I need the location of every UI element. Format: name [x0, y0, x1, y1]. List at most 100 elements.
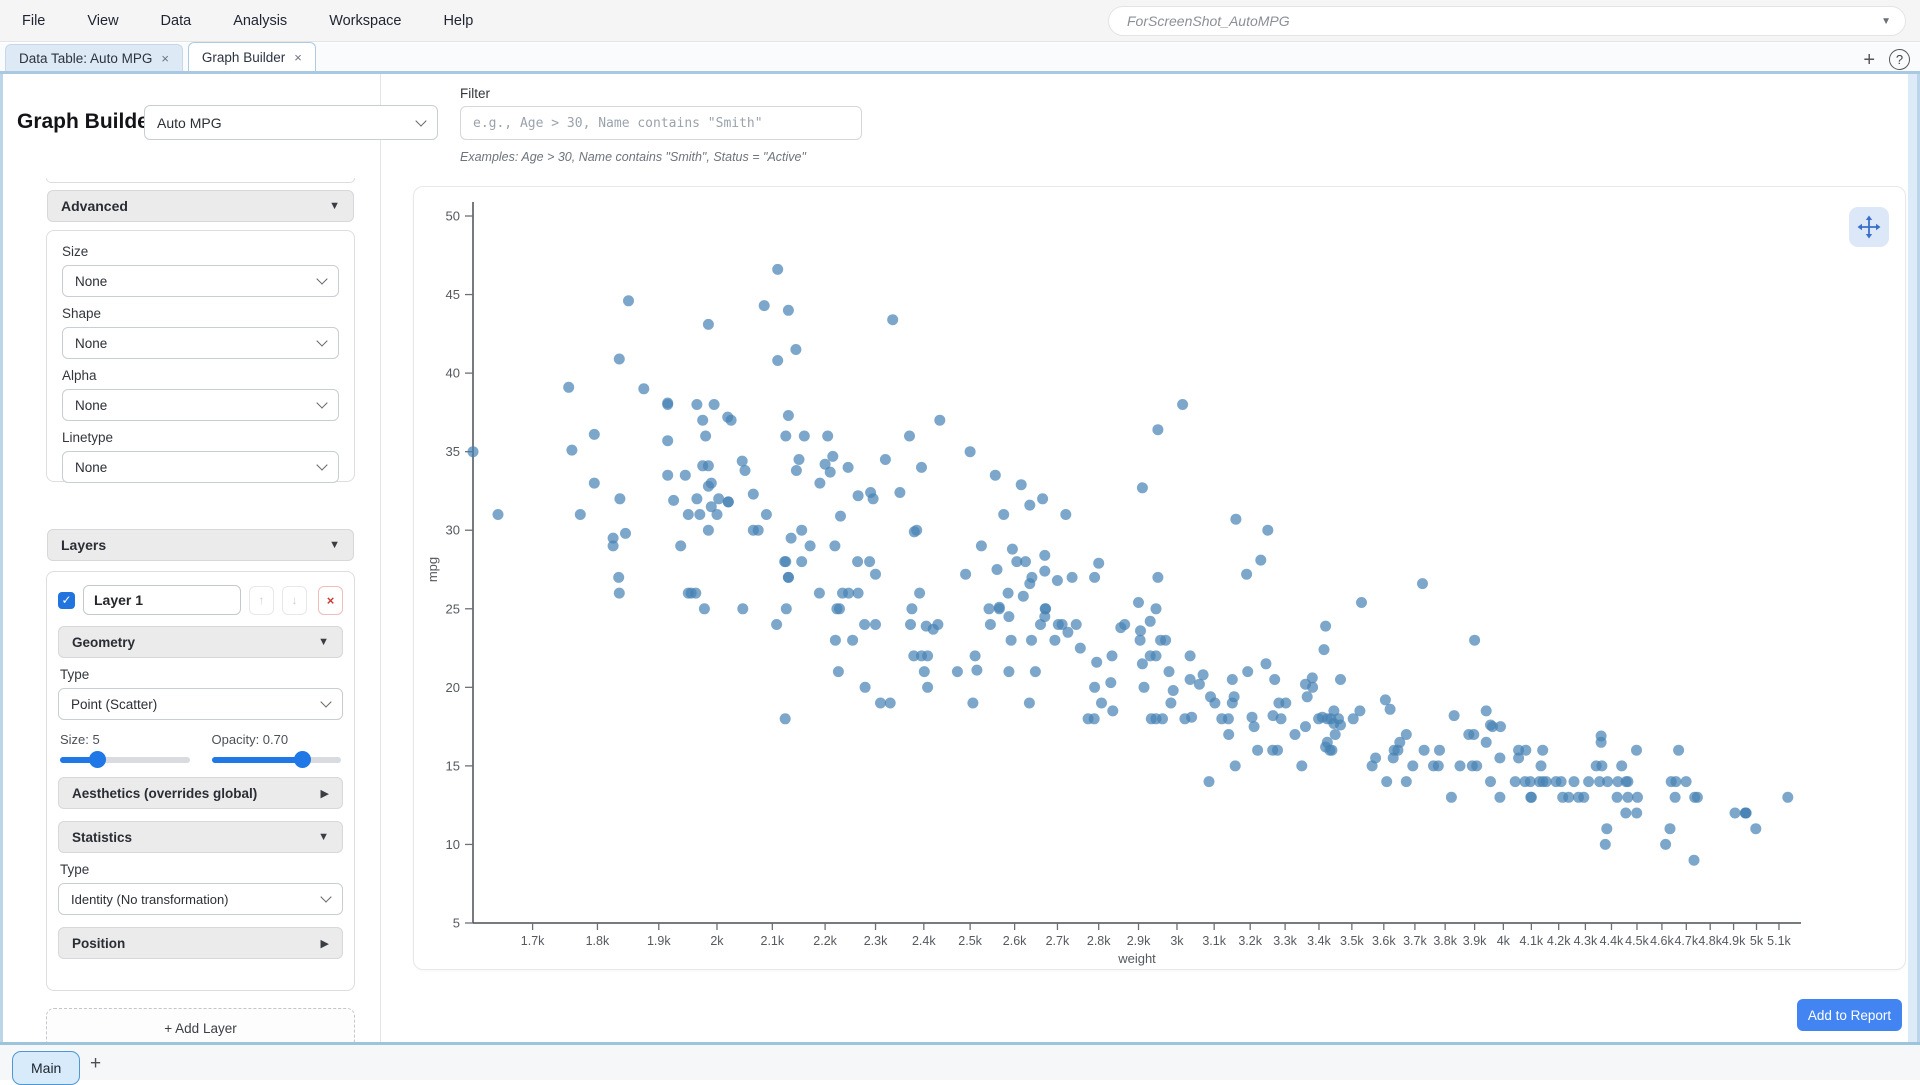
- tab-graph-builder[interactable]: Graph Builder ×: [188, 42, 316, 71]
- workspace-selector[interactable]: ForScreenShot_AutoMPG ▼: [1108, 6, 1906, 36]
- alpha-select[interactable]: None: [62, 389, 339, 421]
- help-icon[interactable]: ?: [1889, 49, 1910, 70]
- opacity-slider[interactable]: [212, 757, 342, 763]
- svg-text:4.6k: 4.6k: [1650, 934, 1674, 948]
- close-icon[interactable]: ×: [161, 51, 169, 66]
- svg-text:3.4k: 3.4k: [1307, 934, 1331, 948]
- statistics-type-select[interactable]: Identity (No transformation): [58, 883, 343, 915]
- size-select[interactable]: None: [62, 265, 339, 297]
- svg-text:25: 25: [446, 601, 460, 616]
- svg-text:30: 30: [446, 523, 460, 538]
- svg-text:50: 50: [446, 209, 460, 224]
- svg-text:5.1k: 5.1k: [1767, 934, 1791, 948]
- aesthetics-section-header[interactable]: Aesthetics (overrides global) ▶: [58, 777, 343, 809]
- add-bottom-tab-button[interactable]: +: [90, 1053, 101, 1075]
- controls-sidebar: Advanced ▼ Size None Shape None Alpha No…: [32, 178, 380, 1042]
- caret-down-icon: ▼: [1881, 16, 1891, 27]
- svg-text:2.6k: 2.6k: [1003, 934, 1027, 948]
- move-layer-down-button[interactable]: ↓: [282, 586, 307, 615]
- tick-labels: 51015202530354045501.7k1.8k1.9k2k2.1k2.2…: [446, 209, 1792, 949]
- svg-text:4.2k: 4.2k: [1547, 934, 1571, 948]
- svg-text:35: 35: [446, 444, 460, 459]
- svg-text:5: 5: [453, 916, 460, 931]
- svg-text:3.5k: 3.5k: [1340, 934, 1364, 948]
- menu-analysis[interactable]: Analysis: [233, 13, 287, 29]
- layer-name-input[interactable]: [83, 585, 241, 615]
- caret-down-icon: ▼: [318, 831, 329, 843]
- dataset-select-value: Auto MPG: [157, 115, 417, 131]
- svg-text:3k: 3k: [1170, 934, 1184, 948]
- svg-text:2.7k: 2.7k: [1046, 934, 1070, 948]
- scatter-plot[interactable]: 51015202530354045501.7k1.8k1.9k2k2.1k2.2…: [414, 187, 1907, 971]
- scrolled-card-edge: [46, 178, 355, 183]
- svg-text:1.7k: 1.7k: [521, 934, 545, 948]
- x-axis-title: weight: [1117, 951, 1156, 966]
- size-slider[interactable]: [60, 757, 190, 763]
- opacity-slider-thumb[interactable]: [294, 751, 311, 768]
- y-axis-title: mpg: [425, 557, 440, 582]
- shape-label: Shape: [62, 306, 339, 321]
- filter-input[interactable]: [460, 106, 862, 140]
- add-to-report-button[interactable]: Add to Report: [1797, 999, 1902, 1031]
- tick-marks: [465, 216, 1779, 930]
- geometry-section-header[interactable]: Geometry ▼: [58, 626, 343, 658]
- svg-text:4.7k: 4.7k: [1674, 934, 1698, 948]
- move-layer-up-button[interactable]: ↑: [249, 586, 274, 615]
- chevron-down-icon: [316, 459, 327, 470]
- bottom-tab-bar: Main +: [0, 1042, 1920, 1080]
- statistics-section-header[interactable]: Statistics ▼: [58, 821, 343, 853]
- advanced-section-header[interactable]: Advanced ▼: [47, 190, 354, 222]
- svg-text:4.1k: 4.1k: [1520, 934, 1544, 948]
- delete-layer-button[interactable]: ×: [318, 586, 343, 615]
- caret-right-icon: ▶: [321, 937, 329, 950]
- svg-text:4.8k: 4.8k: [1698, 934, 1722, 948]
- add-layer-button[interactable]: + Add Layer: [46, 1008, 355, 1042]
- scatter-points: [468, 264, 1794, 866]
- linetype-select[interactable]: None: [62, 451, 339, 483]
- workspace-name: ForScreenShot_AutoMPG: [1127, 13, 1881, 29]
- tab-label: Graph Builder: [202, 50, 285, 65]
- svg-text:2.8k: 2.8k: [1087, 934, 1111, 948]
- tab-bar: Data Table: Auto MPG × Graph Builder × +…: [0, 43, 1920, 74]
- geometry-type-select[interactable]: Point (Scatter): [58, 688, 343, 720]
- layers-section-header[interactable]: Layers ▼: [47, 529, 354, 561]
- menu-workspace[interactable]: Workspace: [329, 13, 401, 29]
- tab-data-table[interactable]: Data Table: Auto MPG ×: [5, 44, 183, 71]
- svg-text:15: 15: [446, 758, 460, 773]
- geometry-type-label: Type: [60, 667, 341, 682]
- caret-right-icon: ▶: [321, 787, 329, 800]
- pan-tool-button[interactable]: [1849, 207, 1889, 247]
- vertical-scrollbar[interactable]: [1908, 74, 1917, 1042]
- svg-text:2.2k: 2.2k: [813, 934, 837, 948]
- menu-help[interactable]: Help: [443, 13, 473, 29]
- new-tab-button[interactable]: +: [1863, 50, 1875, 70]
- svg-text:45: 45: [446, 287, 460, 302]
- dataset-select[interactable]: Auto MPG: [144, 105, 438, 140]
- shape-select[interactable]: None: [62, 327, 339, 359]
- advanced-panel: Size None Shape None Alpha None Linetype…: [46, 230, 355, 482]
- chevron-down-icon: [316, 335, 327, 346]
- size-slider-thumb[interactable]: [89, 751, 106, 768]
- layer-panel: ✓ ↑ ↓ × Geometry ▼ Type Point (Scatter) …: [46, 571, 355, 991]
- svg-text:10: 10: [446, 837, 460, 852]
- menu-bar: File View Data Analysis Workspace Help F…: [0, 0, 1920, 42]
- svg-text:4.4k: 4.4k: [1600, 934, 1624, 948]
- menu-view[interactable]: View: [87, 13, 118, 29]
- svg-text:2.9k: 2.9k: [1127, 934, 1151, 948]
- chevron-down-icon: [320, 696, 331, 707]
- menu-file[interactable]: File: [22, 13, 45, 29]
- svg-text:4k: 4k: [1497, 934, 1511, 948]
- axes: [473, 202, 1801, 923]
- sidebar-divider: [380, 74, 381, 1042]
- position-section-header[interactable]: Position ▶: [58, 927, 343, 959]
- svg-text:2.5k: 2.5k: [958, 934, 982, 948]
- chart-panel: 51015202530354045501.7k1.8k1.9k2k2.1k2.2…: [413, 186, 1906, 970]
- chevron-down-icon: [316, 273, 327, 284]
- svg-text:4.3k: 4.3k: [1574, 934, 1598, 948]
- move-icon: [1856, 214, 1882, 240]
- svg-text:2.3k: 2.3k: [864, 934, 888, 948]
- layer-visible-checkbox[interactable]: ✓: [58, 592, 75, 609]
- menu-data[interactable]: Data: [161, 13, 192, 29]
- chevron-down-icon: [415, 115, 426, 126]
- close-icon[interactable]: ×: [294, 50, 302, 65]
